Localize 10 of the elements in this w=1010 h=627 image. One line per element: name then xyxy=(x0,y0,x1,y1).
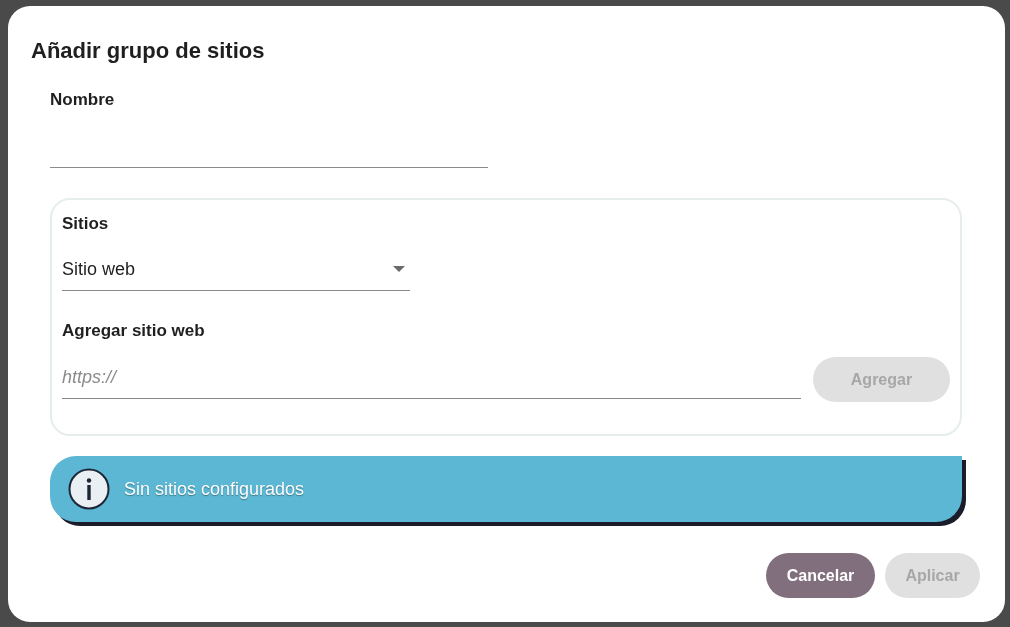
dropdown-caret-icon xyxy=(393,266,405,272)
dialog-title: Añadir grupo de sitios xyxy=(31,38,265,64)
cancel-button[interactable]: Cancelar xyxy=(766,553,875,598)
field-label: Nombre xyxy=(50,89,115,111)
url-input-field[interactable]: https:// xyxy=(62,357,801,399)
info-icon xyxy=(68,468,110,510)
site-type-dropdown[interactable]: Sitio web xyxy=(62,250,410,291)
section-title: Sitios xyxy=(62,213,109,235)
notice-text: Sin sitios configurados xyxy=(124,478,305,500)
field-label: Agregar sitio web xyxy=(62,320,205,342)
